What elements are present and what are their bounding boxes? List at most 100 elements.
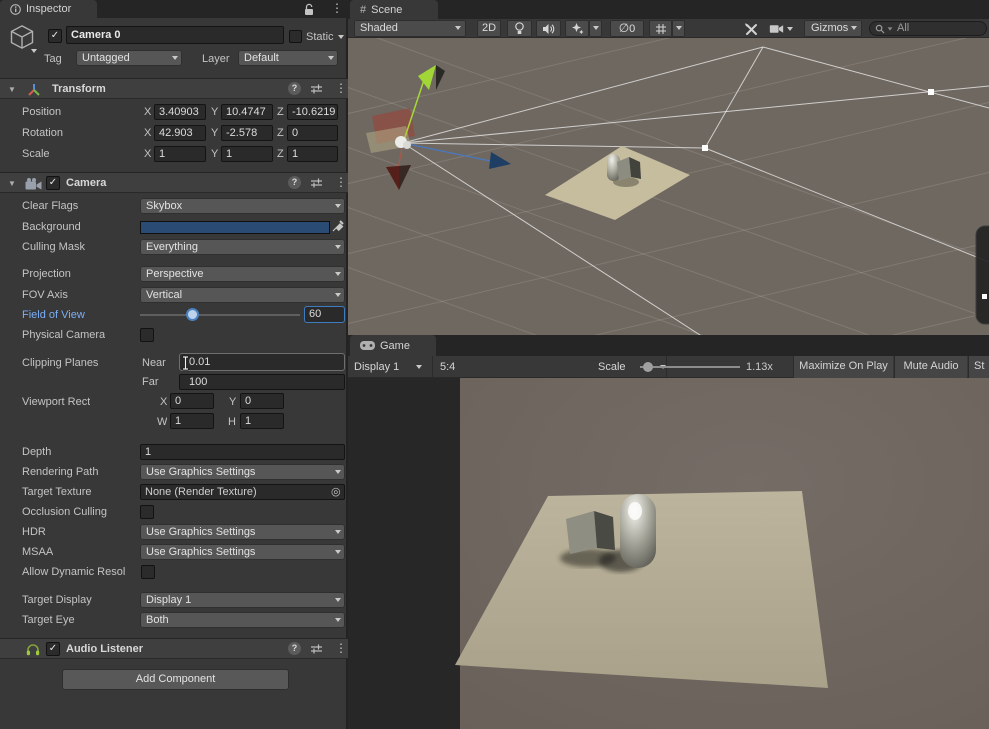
draw-mode-dropdown[interactable]: Shaded xyxy=(354,20,466,37)
rendering-path-dropdown[interactable]: Use Graphics Settings xyxy=(140,464,345,480)
transform-header[interactable]: ▼ Transform ? ⋮ xyxy=(0,78,348,99)
effects-toggle-button[interactable] xyxy=(565,20,589,37)
camera-menu-icon[interactable]: ⋮ xyxy=(335,176,347,189)
gameobject-active-checkbox[interactable]: ✓ xyxy=(48,29,62,43)
viewport-y-field[interactable]: 0 xyxy=(240,393,284,409)
chevron-down-icon[interactable] xyxy=(787,27,793,31)
far-field[interactable]: 100 xyxy=(179,374,345,390)
audio-listener-header[interactable]: ✓ Audio Listener ? ⋮ xyxy=(0,638,348,659)
scale-label: Scale xyxy=(22,148,50,160)
fov-slider-track[interactable] xyxy=(140,314,300,316)
projection-dropdown[interactable]: Perspective xyxy=(140,266,345,282)
frustum-handle[interactable] xyxy=(928,89,934,95)
gizmos-dropdown[interactable]: Gizmos xyxy=(804,20,862,37)
mute-audio-button[interactable]: Mute Audio xyxy=(894,356,967,378)
preset-icon[interactable] xyxy=(310,177,323,189)
camera-enabled-checkbox[interactable]: ✓ xyxy=(46,176,60,190)
scene-camera-icon[interactable] xyxy=(769,24,784,34)
rotation-x-field[interactable]: 42.903 xyxy=(154,125,206,141)
audio-listener-enabled-checkbox[interactable]: ✓ xyxy=(46,642,60,656)
axis-label: Z xyxy=(277,148,284,160)
effects-dropdown-button[interactable] xyxy=(589,20,602,37)
game-scale-slider-track[interactable] xyxy=(640,366,740,368)
msaa-dropdown[interactable]: Use Graphics Settings xyxy=(140,544,345,560)
rotation-y-field[interactable]: -2.578 xyxy=(221,125,273,141)
inspector-menu-icon[interactable]: ⋮ xyxy=(331,2,343,15)
target-texture-field[interactable]: None (Render Texture) xyxy=(140,484,345,500)
lighting-toggle-button[interactable] xyxy=(507,20,532,37)
lock-icon[interactable] xyxy=(303,3,315,16)
audio-toggle-button[interactable] xyxy=(536,20,561,37)
occlusion-culling-checkbox[interactable] xyxy=(140,505,154,519)
axis-label: Y xyxy=(229,396,237,408)
grid-toggle-button[interactable] xyxy=(649,20,672,37)
target-display-dropdown[interactable]: Display 1 xyxy=(140,592,345,608)
scene-visibility-button[interactable]: ∅0 xyxy=(610,20,644,37)
chevron-down-icon xyxy=(335,530,341,534)
toggle-2d-button[interactable]: 2D xyxy=(477,20,501,37)
help-icon[interactable]: ? xyxy=(288,82,301,95)
game-viewport[interactable] xyxy=(348,378,989,729)
viewport-x-field[interactable]: 0 xyxy=(170,393,214,409)
position-x-field[interactable]: 3.40903 xyxy=(154,104,206,120)
help-icon[interactable]: ? xyxy=(288,642,301,655)
clear-flags-dropdown[interactable]: Skybox xyxy=(140,198,345,214)
fov-axis-dropdown[interactable]: Vertical xyxy=(140,287,345,303)
layer-dropdown[interactable]: Default xyxy=(238,50,338,66)
maximize-on-play-button[interactable]: Maximize On Play xyxy=(793,356,893,378)
game-scale-slider-thumb[interactable] xyxy=(643,362,653,372)
add-component-button[interactable]: Add Component xyxy=(62,669,289,690)
scene-toolbar: Shaded 2D ∅0 Gizmos All xyxy=(348,19,989,38)
position-z-field[interactable]: -10.6219 xyxy=(287,104,338,120)
scale-z-field[interactable]: 1 xyxy=(287,146,338,162)
tab-inspector[interactable]: Inspector xyxy=(0,0,97,18)
gameobject-cube-icon[interactable] xyxy=(8,23,36,51)
gameobject-icon-chevron[interactable] xyxy=(31,49,37,53)
target-eye-dropdown[interactable]: Both xyxy=(140,612,345,628)
static-chevron[interactable] xyxy=(338,35,344,39)
tab-scene[interactable]: # Scene xyxy=(350,0,438,19)
scene-search-field[interactable]: All xyxy=(869,21,987,36)
scene-overlay-toolbar[interactable] xyxy=(975,225,989,325)
hdr-dropdown[interactable]: Use Graphics Settings xyxy=(140,524,345,540)
camera-header[interactable]: ▼ ✓ Camera ? ⋮ xyxy=(0,172,348,193)
scale-y-field[interactable]: 1 xyxy=(221,146,273,162)
grid-dropdown-button[interactable] xyxy=(672,20,685,37)
viewport-w-field[interactable]: 1 xyxy=(170,413,214,429)
gameobject-name-field[interactable]: Camera 0 xyxy=(66,26,284,44)
position-y-field[interactable]: 10.4747 xyxy=(221,104,273,120)
display-dropdown[interactable]: Display 1 xyxy=(354,356,430,378)
rotation-z-field[interactable]: 0 xyxy=(287,125,338,141)
culling-mask-dropdown[interactable]: Everything xyxy=(140,239,345,255)
background-color-swatch[interactable] xyxy=(140,221,330,234)
tab-game[interactable]: Game xyxy=(350,335,436,356)
help-icon[interactable]: ? xyxy=(288,176,301,189)
static-checkbox[interactable] xyxy=(289,30,302,43)
fov-value-field[interactable]: 60 xyxy=(304,306,345,323)
depth-field[interactable]: 1 xyxy=(140,444,345,460)
fov-slider-thumb[interactable] xyxy=(186,308,199,321)
transform-title: Transform xyxy=(52,83,106,95)
frustum-handle[interactable] xyxy=(702,145,708,151)
foldout-icon[interactable]: ▼ xyxy=(8,180,16,188)
transform-menu-icon[interactable]: ⋮ xyxy=(335,82,347,95)
preset-icon[interactable] xyxy=(310,83,323,95)
allow-dynamic-resolution-checkbox[interactable] xyxy=(141,565,155,579)
object-picker-icon[interactable]: ◎ xyxy=(331,485,341,498)
inspector-tab-label: Inspector xyxy=(26,3,72,15)
stats-button[interactable]: St xyxy=(968,356,989,378)
scene-viewport[interactable] xyxy=(348,38,989,335)
foldout-icon[interactable]: ▼ xyxy=(8,86,16,94)
chevron-down-icon xyxy=(335,204,341,208)
tag-dropdown[interactable]: Untagged xyxy=(76,50,182,66)
scale-x-field[interactable]: 1 xyxy=(154,146,206,162)
clipping-planes-label: Clipping Planes xyxy=(22,357,99,369)
aspect-ratio-dropdown[interactable]: 5:4 xyxy=(434,356,666,378)
eyedropper-button[interactable] xyxy=(332,219,346,235)
preset-icon[interactable] xyxy=(310,643,323,655)
audio-listener-menu-icon[interactable]: ⋮ xyxy=(335,642,347,655)
viewport-h-field[interactable]: 1 xyxy=(240,413,284,429)
physical-camera-checkbox[interactable] xyxy=(140,328,154,342)
near-field[interactable]: 0.01 xyxy=(179,353,345,371)
tools-icon[interactable] xyxy=(744,22,759,36)
